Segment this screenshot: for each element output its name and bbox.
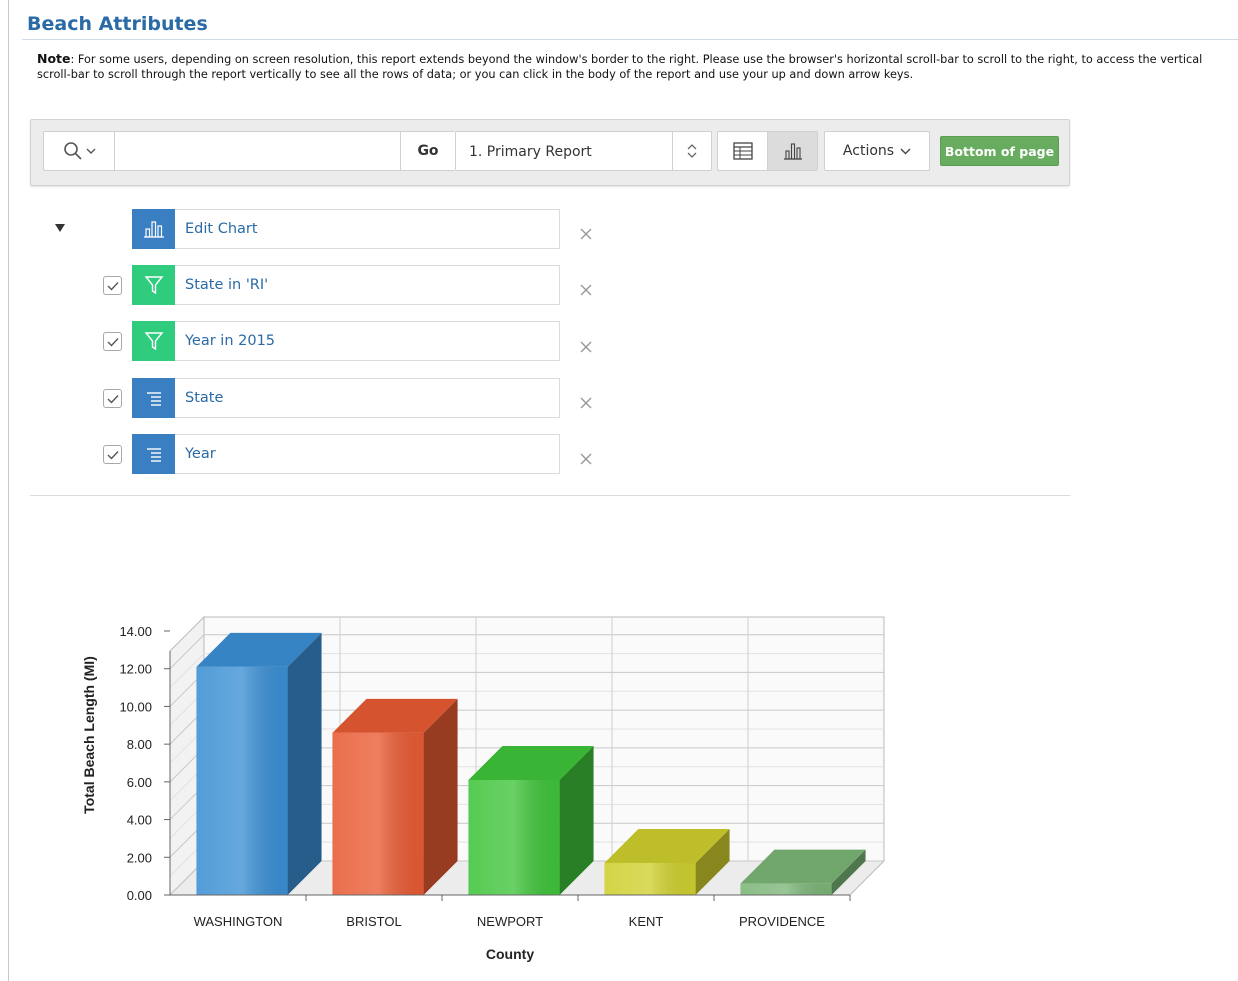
control-break-year-checkbox[interactable]	[103, 445, 122, 464]
select-arrows-icon	[672, 132, 711, 170]
remove-filter-state-icon[interactable]	[579, 283, 593, 297]
bar-highlight	[332, 732, 424, 895]
y-tick-label: 8.00	[127, 737, 152, 752]
x-tick-label: NEWPORT	[477, 914, 543, 929]
view-chart-button[interactable]	[768, 132, 817, 170]
search-group: Go	[43, 131, 455, 171]
filter-state-checkbox[interactable]	[103, 276, 122, 295]
x-axis-title: County	[486, 946, 534, 962]
checkmark-icon	[107, 450, 119, 460]
remove-control-break-state-icon[interactable]	[579, 396, 593, 410]
bar-newport	[468, 745, 594, 895]
filter-year-checkbox[interactable]	[103, 332, 122, 351]
y-tick-label: 0.00	[127, 888, 152, 903]
table-icon	[732, 142, 753, 160]
bar-bristol	[332, 698, 458, 895]
chevron-down-icon	[86, 148, 95, 154]
page-title: Beach Attributes	[27, 13, 208, 35]
title-divider	[22, 39, 1238, 40]
bar-highlight	[196, 666, 288, 895]
control-break-icon	[146, 448, 161, 462]
y-tick-label: 12.00	[119, 662, 152, 677]
bar-chart-icon	[143, 221, 164, 238]
bottom-of-page-button[interactable]: Bottom of page	[940, 136, 1059, 166]
bar-highlight	[604, 862, 696, 895]
filter-state-link[interactable]: State in 'RI'	[175, 265, 560, 305]
report-select[interactable]: 1. Primary Report	[455, 131, 712, 171]
control-break-icon	[146, 392, 161, 406]
bar-highlight	[740, 883, 832, 895]
checkmark-icon	[107, 281, 119, 291]
setting-filter-state: State in 'RI'	[132, 265, 560, 305]
funnel-icon	[144, 332, 163, 351]
setting-control-break-year: Year	[132, 434, 560, 474]
report-select-value: 1. Primary Report	[469, 144, 592, 160]
note-text: Note: For some users, depending on scree…	[37, 51, 1222, 82]
edit-chart-link[interactable]: Edit Chart	[175, 209, 560, 249]
remove-filter-year-icon[interactable]	[579, 340, 593, 354]
bar-side	[287, 632, 322, 895]
bar-side	[423, 698, 458, 895]
actions-button[interactable]: Actions	[824, 131, 930, 171]
y-tick-label: 2.00	[127, 850, 152, 865]
remove-chart-icon[interactable]	[579, 227, 593, 241]
x-tick-label: KENT	[629, 914, 664, 929]
y-axis-title: Total Beach Length (MI)	[81, 656, 97, 814]
remove-control-break-year-icon[interactable]	[579, 452, 593, 466]
view-toggle-group	[717, 131, 818, 171]
section-divider	[30, 495, 1070, 496]
page-left-border	[8, 0, 9, 981]
view-report-button[interactable]	[718, 132, 768, 170]
chart-badge	[132, 209, 175, 249]
note-body: : For some users, depending on screen re…	[37, 53, 1203, 81]
chevron-down-icon	[900, 148, 911, 155]
go-button[interactable]: Go	[400, 132, 455, 170]
search-icon	[63, 142, 82, 160]
y-tick-label: 6.00	[127, 775, 152, 790]
control-break-badge	[132, 434, 175, 474]
filter-badge	[132, 265, 175, 305]
bar-chart-icon	[784, 143, 802, 160]
x-tick-label: WASHINGTON	[194, 914, 283, 929]
actions-label: Actions	[842, 143, 895, 159]
note-label: Note	[37, 51, 71, 66]
control-break-state-link[interactable]: State	[175, 378, 560, 418]
beach-length-chart: WASHINGTON BRISTOL NEWPORT KENT PROVIDENCE 0.…	[81, 615, 886, 962]
checkmark-icon	[107, 394, 119, 404]
filter-year-link[interactable]: Year in 2015	[175, 321, 560, 361]
y-tick-label: 10.00	[119, 699, 152, 714]
funnel-icon	[144, 276, 163, 295]
y-tick-label: 4.00	[127, 813, 152, 828]
checkmark-icon	[107, 337, 119, 347]
report-toolbar: Go 1. Primary Report Actions Bottom of p…	[30, 119, 1070, 186]
search-column-selector[interactable]	[44, 132, 115, 170]
setting-control-break-state: State	[132, 378, 560, 418]
control-break-year-link[interactable]: Year	[175, 434, 560, 474]
setting-edit-chart: Edit Chart	[132, 209, 560, 249]
filter-badge	[132, 321, 175, 361]
bar-highlight	[468, 779, 560, 895]
x-tick-label: PROVIDENCE	[739, 914, 825, 929]
collapse-triangle-icon[interactable]	[54, 223, 66, 233]
setting-filter-year: Year in 2015	[132, 321, 560, 361]
x-tick-label: BRISTOL	[346, 914, 401, 929]
search-input[interactable]	[116, 132, 400, 170]
y-tick-label: 14.00	[119, 624, 152, 639]
bar-washington	[196, 632, 322, 895]
control-break-state-checkbox[interactable]	[103, 389, 122, 408]
control-break-badge	[132, 378, 175, 418]
